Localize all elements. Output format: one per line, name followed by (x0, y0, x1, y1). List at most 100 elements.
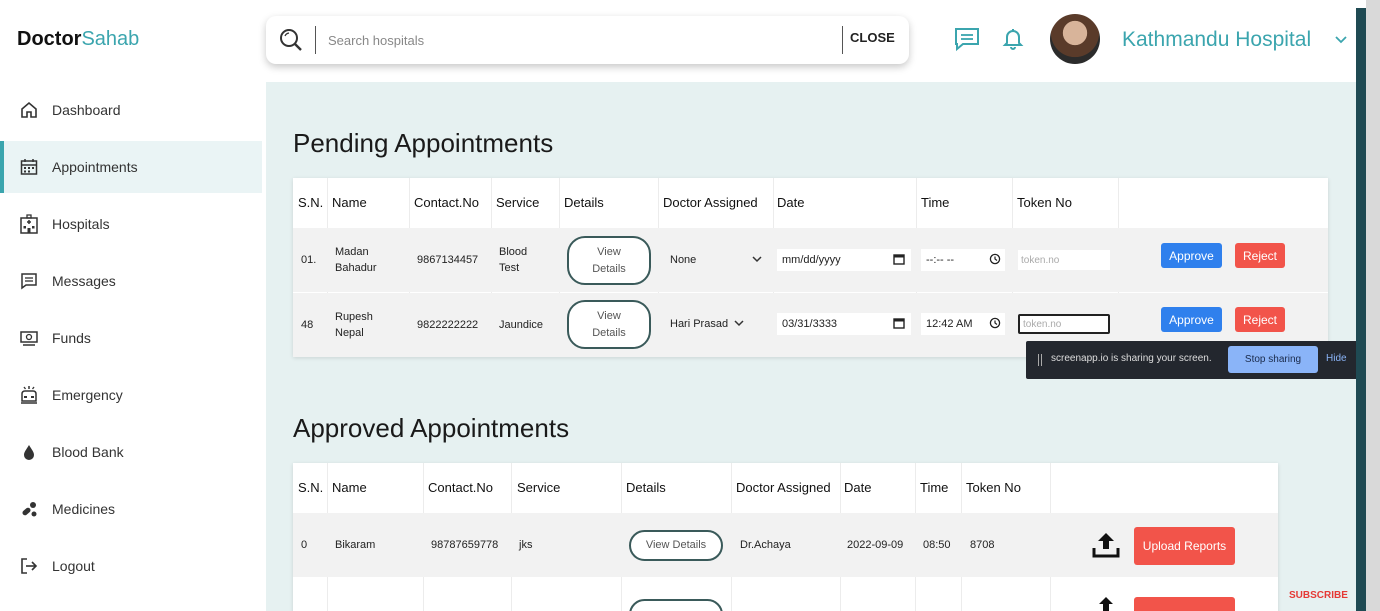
col-sn: S.N. (298, 480, 324, 496)
reject-button[interactable]: Reject (1235, 307, 1285, 332)
table-header: S.N. Name Contact.No Service Details Doc… (293, 178, 1328, 228)
chat-icon[interactable] (953, 26, 981, 57)
token-input[interactable]: token.no (1018, 314, 1110, 334)
upload-reports-button[interactable] (1134, 597, 1235, 611)
col-service: Service (517, 480, 561, 496)
sidebar-item-medicines[interactable]: Medicines (0, 483, 262, 535)
col-details: Details (626, 480, 666, 496)
sidebar-item-label: Hospitals (52, 216, 110, 232)
view-details-button[interactable]: View Details (567, 300, 651, 349)
sidebar-item-blood-bank[interactable]: Blood Bank (0, 426, 262, 478)
home-icon (18, 99, 40, 121)
stop-sharing-button[interactable]: Stop sharing (1228, 346, 1318, 373)
search-input[interactable] (328, 28, 828, 52)
cell-service: Blood Test (499, 245, 528, 275)
col-name: Name (332, 480, 367, 496)
clock-icon[interactable] (989, 253, 1001, 268)
hospital-name[interactable]: Kathmandu Hospital (1122, 28, 1311, 52)
table-row: 0 Bikaram 98787659778 jks View Details D… (293, 513, 1278, 577)
sidebar-item-logout[interactable]: Logout (0, 540, 262, 592)
cell-token: 8708 (970, 538, 995, 551)
sidebar-item-funds[interactable]: Funds (0, 312, 262, 364)
sidebar-item-emergency[interactable]: Emergency (0, 369, 262, 421)
cell-contact: 9822222222 (417, 318, 479, 331)
sidebar: DoctorSahab Dashboard Appointments Hospi… (0, 0, 266, 611)
sidebar-item-hospitals[interactable]: Hospitals (0, 198, 262, 250)
col-date: Date (844, 480, 872, 496)
cell-contact: 9867134457 (417, 253, 479, 266)
upload-icon[interactable] (1096, 597, 1116, 611)
medicine-icon (18, 498, 40, 520)
col-token: Token No (966, 480, 1021, 496)
calendar-icon[interactable] (893, 317, 905, 332)
table-header: S.N. Name Contact.No Service Details Doc… (293, 463, 1278, 513)
token-input[interactable]: token.no (1018, 250, 1110, 270)
col-name: Name (332, 195, 367, 211)
clock-icon[interactable] (989, 317, 1001, 332)
brand-logo[interactable]: DoctorSahab (17, 28, 139, 51)
date-input[interactable]: 03/31/3333 (777, 313, 911, 335)
blood-drop-icon (18, 441, 40, 463)
sidebar-item-label: Messages (52, 273, 116, 289)
doctor-select[interactable]: Hari Prasad (670, 313, 750, 335)
cell-contact: 98787659778 (431, 538, 499, 551)
col-date: Date (777, 195, 805, 211)
time-input[interactable]: --:-- -- (921, 249, 1005, 271)
subscribe-overlay: SUBSCRIBE (1289, 590, 1348, 601)
funds-icon (18, 327, 40, 349)
view-details-button[interactable] (629, 599, 723, 611)
search-icon[interactable] (278, 27, 304, 58)
sidebar-item-appointments[interactable]: Appointments (0, 141, 262, 193)
sidebar-item-label: Appointments (52, 159, 138, 175)
col-sn: S.N. (298, 195, 324, 211)
sidebar-item-dashboard[interactable]: Dashboard (0, 84, 262, 136)
col-time: Time (920, 480, 949, 496)
time-input[interactable]: 12:42 AM (921, 313, 1005, 335)
chevron-down-icon (734, 318, 744, 330)
date-input-value: 03/31/3333 (782, 318, 838, 330)
calendar-icon (18, 156, 40, 178)
cell-date: 2022-09-09 (847, 538, 904, 551)
table-row: 01. Madan Bahadur 9867134457 Blood Test … (293, 228, 1328, 292)
approved-title: Approved Appointments (293, 413, 570, 443)
chevron-down-icon[interactable] (1334, 32, 1348, 50)
cell-name: Madan Bahadur (335, 245, 377, 275)
sidebar-item-messages[interactable]: Messages (0, 255, 262, 307)
cell-sn: 48 (301, 318, 314, 331)
col-token: Token No (1017, 195, 1072, 211)
share-message: screenapp.io is sharing your screen. (1051, 353, 1212, 364)
calendar-icon[interactable] (893, 253, 905, 268)
table-row (293, 581, 1278, 611)
upload-icon[interactable] (1091, 530, 1121, 565)
cell-sn: 0 (301, 538, 308, 551)
doctor-select[interactable]: None (670, 249, 762, 271)
approve-button[interactable]: Approve (1161, 307, 1222, 332)
reject-button[interactable]: Reject (1235, 243, 1285, 268)
bell-icon[interactable] (1001, 26, 1025, 57)
search-divider (842, 26, 843, 54)
search-close-button[interactable]: CLOSE (850, 30, 895, 45)
sidebar-item-label: Blood Bank (52, 444, 124, 460)
cell-service: Jaundice (499, 318, 544, 331)
drag-handle-icon[interactable] (1038, 354, 1042, 366)
doctor-select-value: Hari Prasad (670, 318, 729, 330)
col-service: Service (496, 195, 540, 211)
time-input-value: 12:42 AM (926, 318, 973, 330)
pending-title: Pending Appointments (293, 128, 554, 158)
message-icon (18, 270, 40, 292)
scrollbar[interactable] (1356, 8, 1366, 611)
avatar[interactable] (1050, 14, 1100, 64)
view-details-button[interactable]: View Details (567, 236, 651, 285)
logout-icon (18, 555, 40, 577)
window-edge (1366, 0, 1380, 611)
col-doctor: Doctor Assigned (663, 195, 758, 211)
hide-link[interactable]: Hide (1326, 353, 1347, 364)
view-details-button[interactable]: View Details (629, 530, 723, 561)
cell-name: Bikaram (335, 538, 376, 551)
date-input[interactable]: mm/dd/yyyy (777, 249, 911, 271)
upload-reports-button[interactable]: Upload Reports (1134, 527, 1235, 565)
approve-button[interactable]: Approve (1161, 243, 1222, 268)
doctor-select-value: None (670, 254, 697, 266)
ambulance-icon (18, 384, 40, 406)
cell-service: jks (519, 538, 533, 551)
